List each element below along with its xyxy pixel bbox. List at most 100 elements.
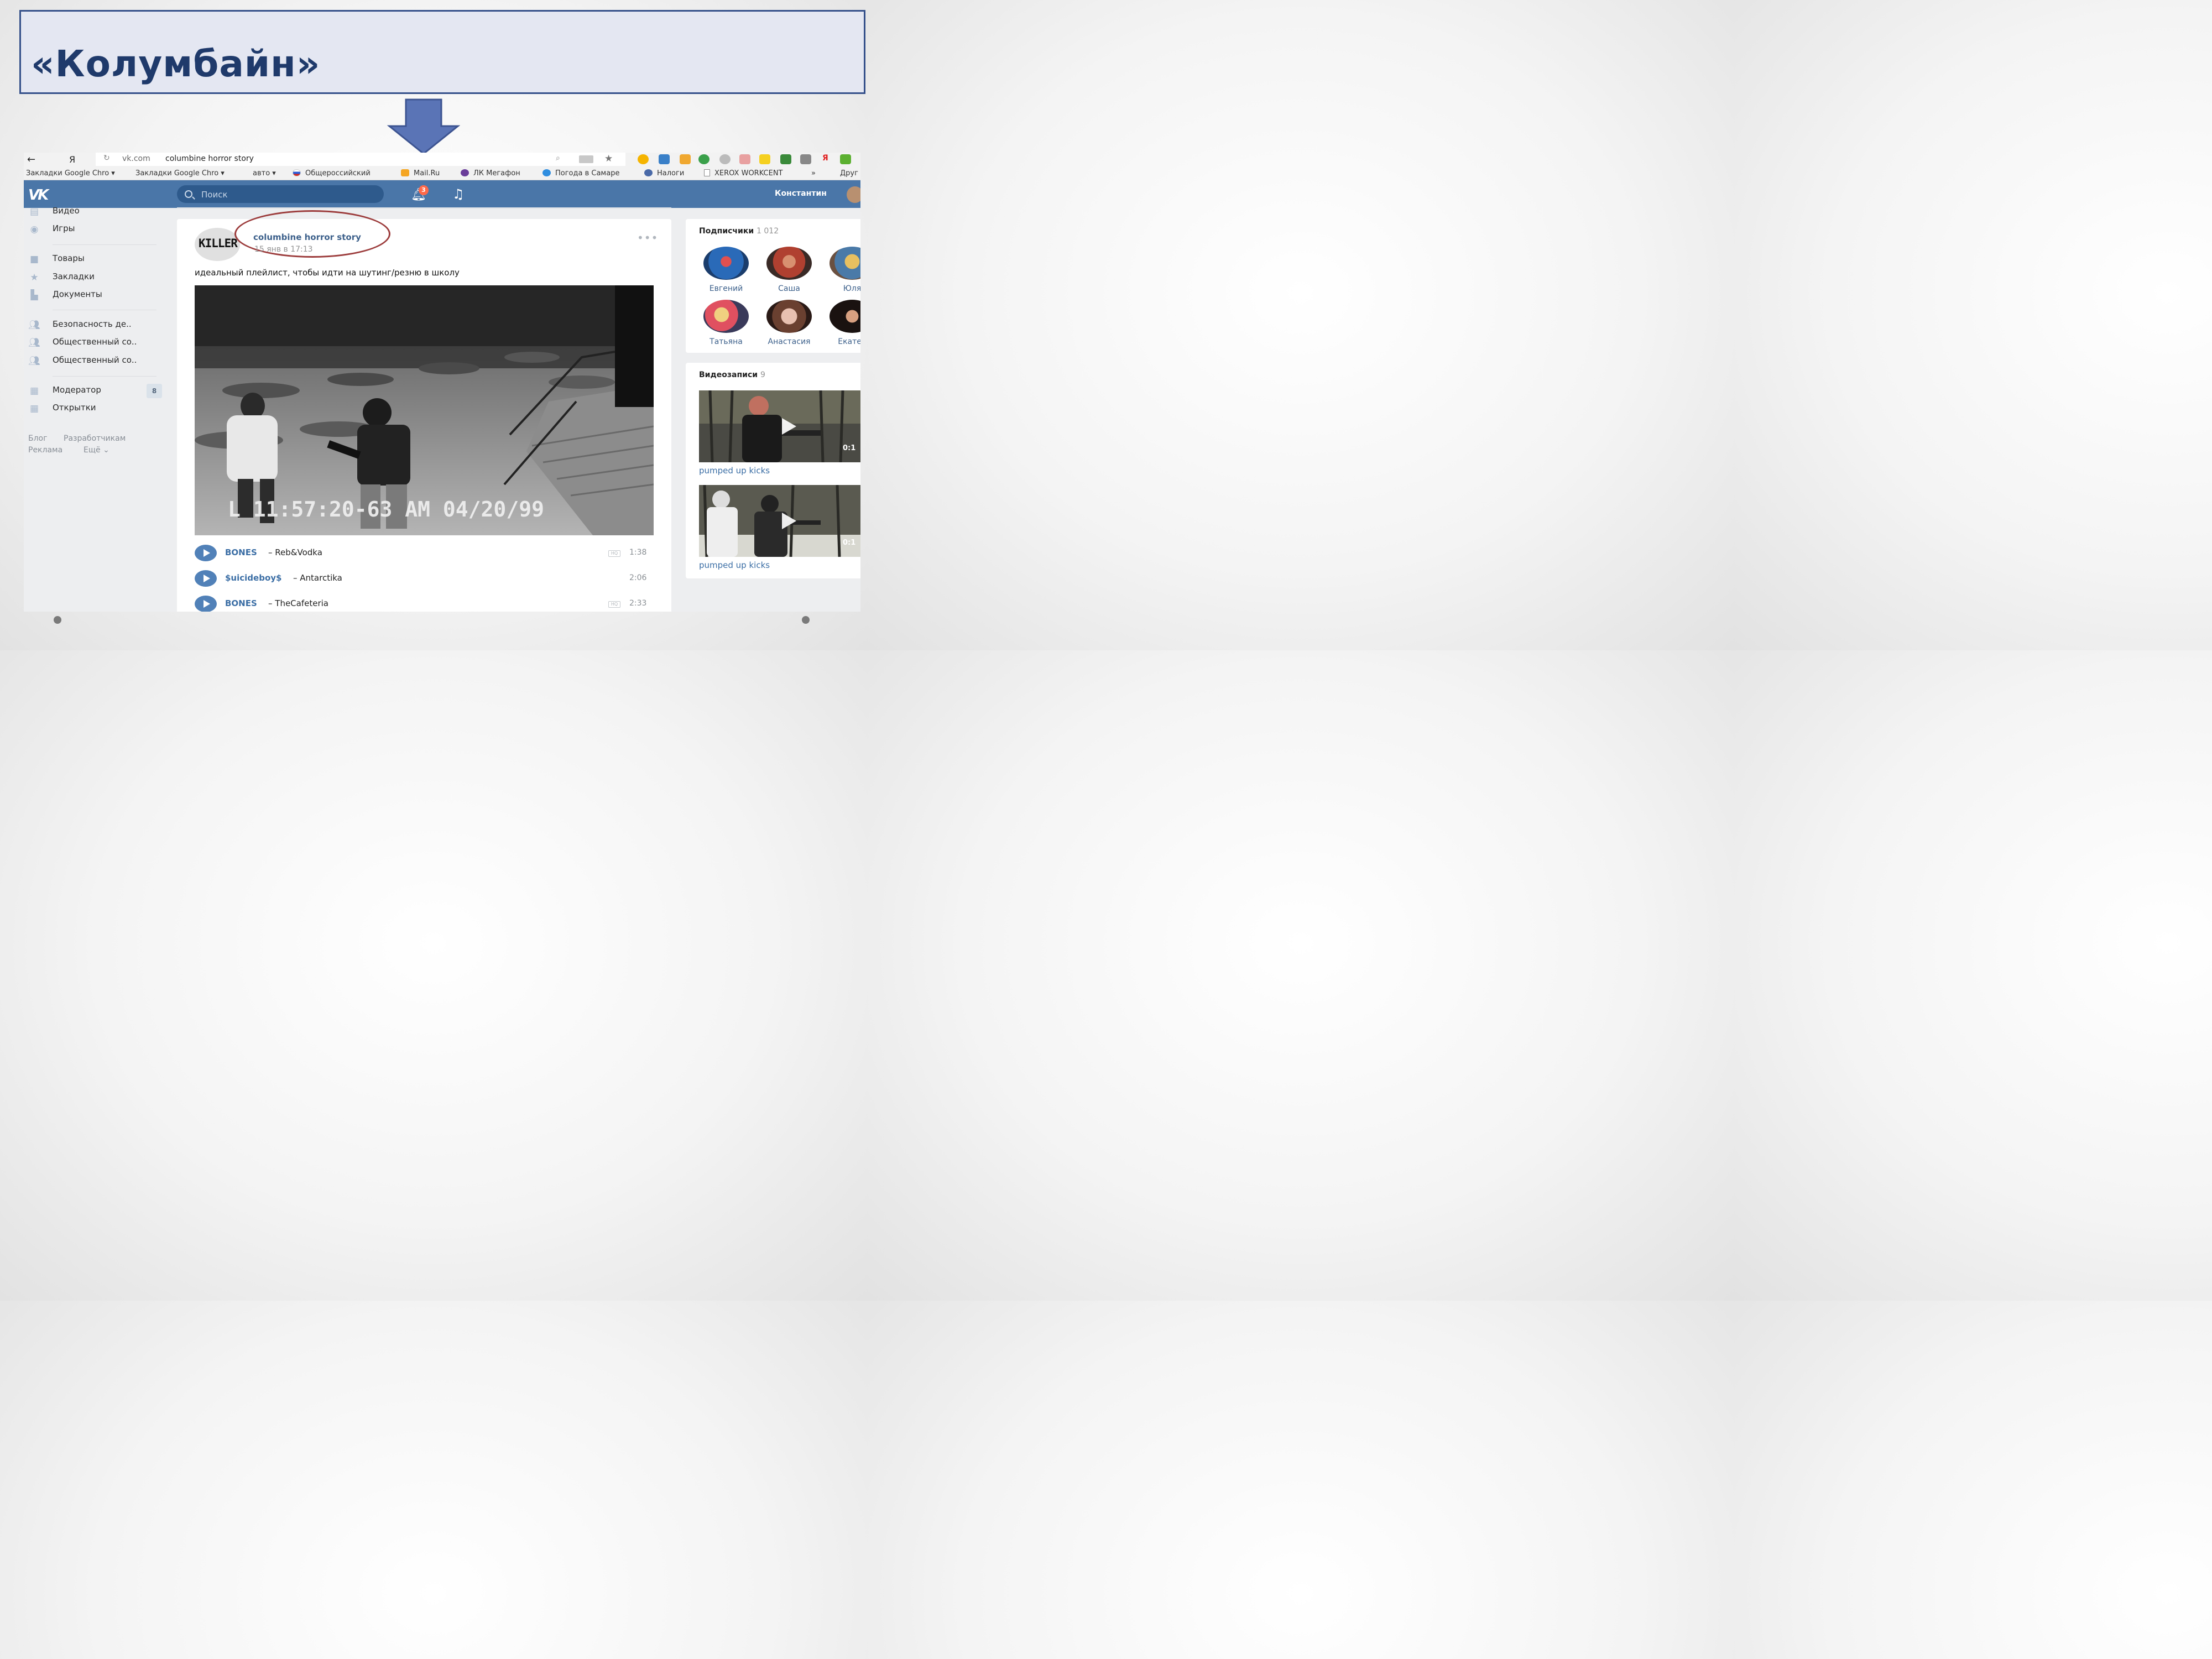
extension-icon[interactable]	[739, 154, 750, 164]
weather-icon[interactable]	[680, 154, 691, 164]
play-icon[interactable]	[782, 418, 796, 435]
post-author-name[interactable]: columbine horror story	[253, 232, 361, 242]
notification-badge: 3	[419, 185, 429, 195]
zoom-icon[interactable]: ⌕	[556, 154, 560, 163]
play-icon[interactable]	[195, 545, 217, 561]
track-artist[interactable]: BONES	[225, 598, 257, 608]
follower[interactable]: Саша	[759, 247, 820, 293]
cafeteria-cctv-image: L 11:57:20-63 AM 04/20/99	[195, 285, 654, 535]
hq-badge: HQ	[608, 601, 620, 608]
address-field[interactable]: ↻ vk.com columbine horror story ⌕ ★	[96, 153, 625, 166]
track-title: – TheCafeteria	[268, 598, 328, 608]
moderator-count-badge: 8	[147, 384, 162, 398]
bookmark-folder[interactable]: Закладки Google Chro ▾	[135, 169, 225, 178]
bookmark-folder[interactable]: Закладки Google Chro ▾	[26, 169, 115, 178]
post-date[interactable]: 15 янв в 17:13	[254, 245, 313, 254]
slide-bullet-dot	[54, 616, 61, 624]
star-icon: ★	[30, 272, 39, 283]
group-icon: 👥︎	[28, 356, 40, 367]
globe-icon	[644, 169, 653, 176]
avatar	[766, 300, 812, 333]
url-text: vk.com	[122, 154, 150, 163]
play-icon[interactable]	[195, 596, 217, 612]
follower[interactable]: Юля	[822, 247, 860, 293]
extension-icon[interactable]	[759, 154, 770, 164]
document-icon: ▙	[30, 290, 38, 301]
yandex-icon[interactable]: Я	[69, 154, 75, 165]
follower[interactable]: Татьяна	[696, 300, 757, 346]
bookmark-item[interactable]: ЛК Мегафон	[461, 169, 520, 178]
yandex-extension-icon[interactable]: Я	[822, 154, 828, 163]
track-title: – Antarctika	[293, 573, 342, 583]
bookmark-folder[interactable]: авто ▾	[253, 169, 276, 178]
avatar	[830, 300, 860, 333]
feed-divider	[177, 207, 671, 208]
shield-icon[interactable]	[719, 154, 731, 164]
bookmark-item[interactable]: Погода в Самаре	[542, 169, 619, 178]
star-icon[interactable]: ★	[604, 153, 613, 164]
extension-icon[interactable]	[780, 154, 791, 164]
bookmark-item[interactable]: Друг	[840, 169, 858, 178]
video-thumbnail[interactable]: 0:1	[699, 390, 860, 462]
search-placeholder: Поиск	[201, 190, 228, 200]
download-icon[interactable]	[840, 154, 851, 164]
reload-icon[interactable]: ↻	[103, 154, 110, 163]
track-duration: 2:33	[629, 599, 647, 608]
vk-header: VK Поиск 🔔︎ 3 ♫ Константин	[24, 180, 860, 208]
hq-badge: HQ	[608, 550, 620, 557]
footer-link-ads[interactable]: Реклама	[28, 446, 62, 455]
followers-title[interactable]: Подписчики 1 012	[699, 227, 779, 236]
lock-icon[interactable]	[579, 155, 593, 163]
follower[interactable]: Евгений	[696, 247, 757, 293]
user-name[interactable]: Константин	[775, 189, 827, 198]
extension-icon[interactable]	[659, 154, 670, 164]
down-arrow-icon	[387, 98, 460, 155]
bookmark-item[interactable]: XEROX WORKCENT	[704, 169, 782, 178]
video-title[interactable]: pumped up kicks	[699, 466, 770, 476]
search-input[interactable]: Поиск	[177, 185, 384, 203]
grid-icon: ▦	[29, 403, 39, 414]
group-icon: 👥︎	[28, 337, 40, 348]
track-artist[interactable]: BONES	[225, 547, 257, 557]
arrow-left-icon[interactable]: ←	[27, 154, 35, 165]
videos-title[interactable]: Видеозаписи 9	[699, 371, 765, 379]
track-artist[interactable]: $uicideboy$	[225, 573, 281, 583]
footer-link-more[interactable]: Ещё ⌄	[84, 446, 109, 455]
audio-track[interactable]: BONES – Reb&Vodka HQ 1:38	[195, 545, 654, 561]
follower[interactable]: Анастасия	[759, 300, 820, 346]
post-author-avatar[interactable]: KILLER	[195, 228, 240, 261]
footer-link-blog[interactable]: Блог	[28, 434, 47, 443]
bookmark-item[interactable]: Налоги	[644, 169, 684, 178]
avatar	[703, 247, 749, 280]
post-photo[interactable]: L 11:57:20-63 AM 04/20/99	[195, 285, 654, 535]
film-icon: ▤	[29, 206, 39, 217]
footer-link-developers[interactable]: Разработчикам	[64, 434, 126, 443]
play-icon[interactable]	[782, 513, 796, 529]
vk-logo-icon[interactable]: VK	[28, 187, 49, 204]
avatar	[766, 247, 812, 280]
more-bookmarks-icon[interactable]: »	[811, 169, 816, 178]
music-icon[interactable]: ♫	[452, 186, 465, 202]
extension-icon[interactable]	[800, 154, 811, 164]
play-icon[interactable]	[195, 570, 217, 587]
follower[interactable]: Екатер	[822, 300, 860, 346]
bookmark-item[interactable]: Общероссийский	[293, 169, 371, 178]
extension-icon[interactable]	[698, 154, 709, 164]
extension-icon[interactable]	[638, 154, 649, 164]
flag-icon	[293, 169, 301, 176]
track-duration: 2:06	[629, 573, 647, 582]
video-thumbnail[interactable]: 0:1	[699, 485, 860, 557]
video-title[interactable]: pumped up kicks	[699, 560, 770, 570]
more-options-icon[interactable]: •••	[637, 231, 658, 244]
video-preview-image	[699, 390, 860, 462]
group-icon: 👥︎	[28, 320, 40, 331]
track-title: – Reb&Vodka	[268, 547, 322, 557]
slide-title-box: «Колумбайн»	[19, 10, 865, 94]
mail-icon	[401, 169, 409, 176]
track-duration: 1:38	[629, 548, 647, 557]
weather-icon	[542, 169, 551, 176]
bookmark-item[interactable]: Mail.Ru	[401, 169, 440, 178]
avatar[interactable]	[847, 186, 860, 203]
audio-track[interactable]: $uicideboy$ – Antarctika 2:06	[195, 570, 654, 587]
audio-track[interactable]: BONES – TheCafeteria HQ 2:33	[195, 596, 654, 612]
